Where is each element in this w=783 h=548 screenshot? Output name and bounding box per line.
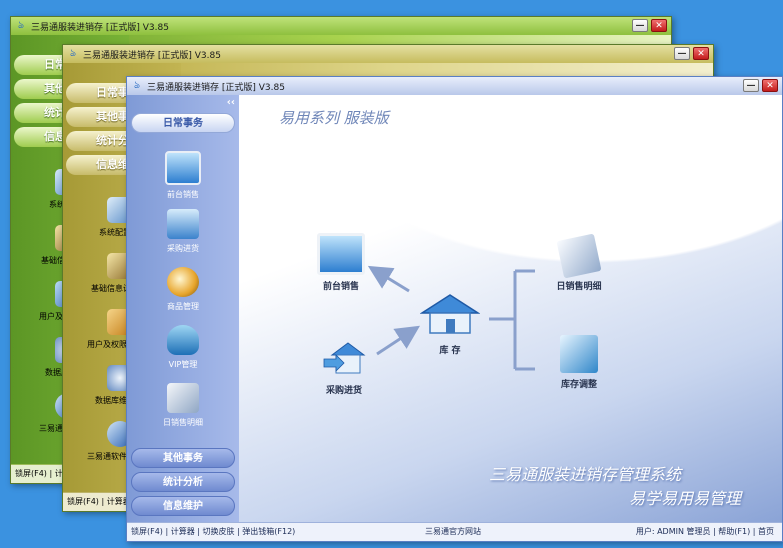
nav-label: VIP管理: [168, 360, 198, 369]
minimize-button[interactable]: —: [743, 79, 759, 92]
flow-stock-adjust[interactable]: 库存调整: [543, 335, 615, 390]
magnifier-icon: [167, 267, 199, 297]
slogan-line-2: 易学易用易管理: [629, 489, 742, 508]
close-button[interactable]: ✕: [693, 47, 709, 60]
nav-other-button[interactable]: 其他事务: [131, 448, 235, 468]
window-blue-skin: ঌ 三易通服装进销存 [正式版] V3.85 — ✕ ‹‹ 日常事务 前台销售 …: [126, 76, 783, 542]
minimize-button[interactable]: —: [632, 19, 648, 32]
nav-label: 前台销售: [167, 190, 199, 199]
document-gear-icon: [560, 335, 598, 373]
status-right-links[interactable]: 用户: ADMIN 管理员 | 帮助(F1) | 首页: [636, 526, 774, 537]
flow-label: 库 存: [439, 346, 461, 356]
flow-label: 库存调整: [560, 380, 597, 390]
window-title: 三易通服装进销存 [正式版] V3.85: [147, 82, 285, 93]
minimize-button[interactable]: —: [674, 47, 690, 60]
app-logo-icon: ঌ: [133, 80, 141, 91]
nav-label: 商品管理: [167, 302, 199, 311]
main-panel: 易用系列 服装版 前台销售 库 存 采购进货 日销售明细 库存调整 三易通服装进…: [239, 95, 782, 523]
titlebar[interactable]: ঌ 三易通服装进销存 [正式版] V3.85 — ✕: [63, 45, 713, 63]
status-left[interactable]: 锁屏(F4) | 计: [15, 468, 63, 479]
item-label: 三易通: [39, 424, 63, 433]
app-logo-icon: ঌ: [69, 48, 77, 59]
nav-products[interactable]: 商品管理: [135, 267, 231, 312]
titlebar[interactable]: ঌ 三易通服装进销存 [正式版] V3.85 — ✕: [11, 17, 671, 35]
titlebar[interactable]: ঌ 三易通服装进销存 [正式版] V3.85 — ✕: [127, 77, 782, 95]
window-title: 三易通服装进销存 [正式版] V3.85: [31, 22, 169, 33]
nav-vip[interactable]: VIP管理: [135, 325, 231, 370]
nav-stats-button[interactable]: 统计分析: [131, 472, 235, 492]
arrow-from-purchase: [376, 325, 421, 356]
house-icon: [419, 294, 481, 334]
arrow-to-front-sales: [367, 265, 410, 293]
nav-front-sales[interactable]: 前台销售: [135, 151, 231, 200]
nav-purchase[interactable]: 采购进货: [135, 209, 231, 254]
nav-daily-button[interactable]: 日常事务: [131, 113, 235, 133]
window-title: 三易通服装进销存 [正式版] V3.85: [83, 50, 221, 61]
flow-label: 前台销售: [322, 282, 359, 292]
official-website-link[interactable]: 三易通官方网站: [425, 526, 481, 537]
slogan-line-1: 三易通服装进销存管理系统: [489, 465, 682, 484]
item-label: 用户及权限: [87, 340, 127, 349]
nav-label: 采购进货: [167, 244, 199, 253]
item-label: 数据库维: [95, 396, 127, 405]
flow-front-sales[interactable]: 前台销售: [311, 233, 371, 292]
status-left-links[interactable]: 锁屏(F4) | 计算器 | 切换皮肤 | 弹出钱箱(F12): [131, 526, 295, 537]
collapse-sidebar-icon[interactable]: ‹‹: [227, 97, 235, 108]
nav-label: 日销售明细: [163, 418, 203, 427]
nav-daily-detail[interactable]: 日销售明细: [135, 383, 231, 428]
flow-label: 日销售明细: [556, 282, 602, 292]
nav-maintain-button[interactable]: 信息维护: [131, 496, 235, 516]
report-pen-icon: [556, 233, 602, 279]
statusbar: 锁屏(F4) | 计算器 | 切换皮肤 | 弹出钱箱(F12) 三易通官方网站 …: [127, 522, 782, 541]
close-button[interactable]: ✕: [651, 19, 667, 32]
vip-leaf-icon: [167, 325, 199, 355]
item-label: 三易通软件: [87, 452, 127, 461]
status-left[interactable]: 锁屏(F4) | 计算器: [67, 496, 131, 507]
flow-inventory[interactable]: 库 存: [415, 293, 485, 356]
flow-purchase[interactable]: 采购进货: [309, 341, 379, 396]
house-arrow-icon: [323, 342, 366, 374]
flow-daily-detail[interactable]: 日销售明细: [543, 233, 615, 292]
monitor-icon: [165, 151, 201, 185]
close-button[interactable]: ✕: [762, 79, 778, 92]
item-label: 基础信息设: [91, 284, 131, 293]
monitor-icon: [317, 233, 365, 275]
flow-arrows: [367, 265, 535, 371]
house-arrow-icon: [167, 209, 199, 239]
app-logo-icon: ঌ: [17, 20, 25, 31]
report-pen-icon: [167, 383, 199, 413]
sidebar: ‹‹ 日常事务 前台销售 采购进货 商品管理 VIP管理 日销售明细 其他事务 …: [127, 95, 239, 523]
flow-label: 采购进货: [325, 386, 362, 396]
